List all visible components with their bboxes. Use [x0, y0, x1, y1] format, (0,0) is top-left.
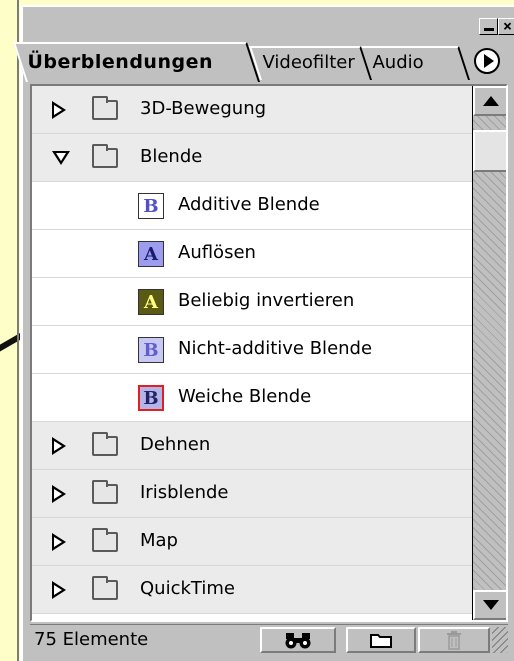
item-count: 75 Elemente [34, 629, 149, 650]
delete-button[interactable] [418, 627, 490, 653]
folder-row[interactable]: Dehnen [32, 422, 472, 470]
transition-item[interactable]: A Auflösen [32, 230, 472, 278]
transition-label: Nicht-additive Blende [178, 338, 373, 359]
transition-icon: A [138, 289, 164, 315]
disclosure-toggle[interactable] [52, 437, 70, 455]
scroll-down-button[interactable] [473, 590, 506, 620]
folder-row[interactable]: Map [32, 518, 472, 566]
transition-item[interactable]: B Nicht-additive Blende [32, 326, 472, 374]
transition-icon: B [138, 193, 164, 219]
disclosure-collapsed-icon[interactable] [52, 581, 66, 599]
folder-icon [92, 432, 118, 456]
folder-icon [92, 528, 118, 552]
scroll-thumb[interactable] [473, 130, 506, 172]
folder-icon [370, 634, 392, 648]
tab-audio[interactable]: Audio [358, 46, 470, 80]
transition-item[interactable]: A Beliebig invertieren [32, 278, 472, 326]
folder-label: Blende [140, 146, 203, 167]
folder-icon [92, 480, 118, 504]
folder-label: Dehnen [140, 434, 211, 455]
status-bar: 75 Elemente [30, 624, 508, 654]
transition-label: Weiche Blende [178, 386, 312, 407]
disclosure-collapsed-icon[interactable] [52, 485, 66, 503]
transition-icon: B [138, 385, 164, 411]
minimize-icon [483, 28, 494, 31]
transition-item[interactable]: B Weiche Blende [32, 374, 472, 422]
folder-icon [92, 96, 118, 120]
palette-menu-arrow-icon[interactable] [474, 48, 500, 74]
folder-icon [92, 576, 118, 600]
transitions-list: 3D-Bewegung Blende B Additive Blende A Auflös… [30, 84, 508, 622]
transition-icon: A [138, 241, 164, 267]
disclosure-collapsed-icon[interactable] [52, 101, 66, 119]
scroll-up-button[interactable] [473, 86, 506, 116]
folder-label: 3D-Bewegung [140, 98, 267, 119]
binoculars-icon [285, 633, 311, 649]
folder-row[interactable]: Blende [32, 134, 472, 182]
folder-label: Map [140, 530, 178, 551]
tab-bar: Überblendungen Videofilter Audio [13, 40, 500, 86]
folder-row[interactable]: QuickTime [32, 566, 472, 614]
transition-label: Auflösen [178, 242, 256, 263]
disclosure-expanded-icon[interactable] [52, 151, 70, 165]
trash-icon [447, 631, 461, 650]
transition-label: Beliebig invertieren [178, 290, 355, 311]
tab-transitions[interactable]: Überblendungen [13, 42, 261, 82]
minimize-button[interactable] [479, 18, 498, 35]
disclosure-toggle[interactable] [52, 485, 70, 503]
disclosure-toggle[interactable] [52, 581, 70, 599]
tree-list: 3D-Bewegung Blende B Additive Blende A Auflös… [32, 86, 472, 614]
resize-grip[interactable] [492, 627, 508, 653]
folder-label: QuickTime [140, 578, 235, 599]
folder-label: Irisblende [140, 482, 229, 503]
disclosure-toggle[interactable] [52, 533, 70, 551]
new-folder-button[interactable] [346, 627, 416, 653]
find-button[interactable] [260, 627, 336, 653]
vertical-scrollbar[interactable] [472, 86, 506, 620]
tab-video-filters[interactable]: Videofilter [248, 46, 372, 80]
disclosure-collapsed-icon[interactable] [52, 533, 66, 551]
folder-row[interactable]: 3D-Bewegung [32, 86, 472, 134]
disclosure-toggle[interactable] [52, 101, 70, 119]
transition-label: Additive Blende [178, 194, 320, 215]
folder-icon [92, 144, 118, 168]
transition-icon: B [138, 337, 164, 363]
folder-row[interactable]: Irisblende [32, 470, 472, 518]
close-button[interactable]: × [498, 18, 514, 35]
transition-item[interactable]: B Additive Blende [32, 182, 472, 230]
disclosure-toggle[interactable] [52, 149, 70, 167]
disclosure-collapsed-icon[interactable] [52, 437, 66, 455]
close-icon: × [502, 17, 513, 35]
